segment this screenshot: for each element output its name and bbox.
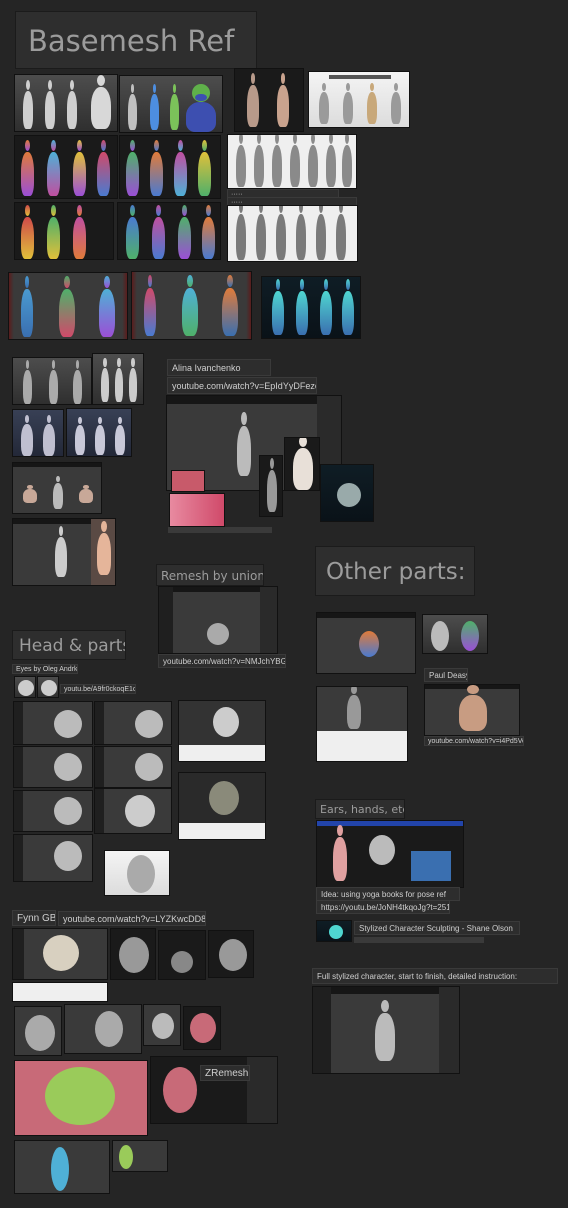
basemesh-turnaround-image[interactable] — [227, 205, 358, 262]
shane-thumbnail[interactable] — [316, 920, 352, 942]
basemesh-image[interactable] — [12, 357, 92, 405]
remesh-video-link[interactable]: youtube.com/watch?v=NMJchYBGBoY — [158, 654, 286, 668]
head-sculpt-image[interactable] — [37, 676, 59, 698]
ears-video-link[interactable]: https://youtu.be/JoNH4tkqoJg?t=2510 — [316, 900, 450, 914]
ears-tip-label: Idea: using yoga books for pose ref — [316, 887, 460, 901]
basemesh-colored-image[interactable] — [261, 276, 361, 339]
fynn-name-label: Fynn GB — [12, 910, 56, 926]
head-video-screenshot[interactable] — [94, 788, 172, 834]
heading-ears-hands: Ears, hands, etc. — [315, 799, 405, 819]
alina-reference-image[interactable] — [284, 437, 320, 491]
head-video-screenshot[interactable] — [178, 772, 266, 840]
basemesh-video-screenshot[interactable] — [12, 518, 116, 586]
remesh-video-screenshot[interactable] — [158, 586, 278, 654]
alina-thumbnail[interactable] — [169, 493, 225, 527]
skeleton-image[interactable] — [234, 68, 304, 132]
head-render-image[interactable] — [104, 850, 170, 896]
basemesh-colored-image[interactable] — [8, 272, 128, 340]
fynn-head-image[interactable] — [158, 930, 206, 980]
hand-reference-image[interactable] — [422, 614, 488, 654]
basemesh-image[interactable] — [92, 353, 144, 405]
fynn-head-image[interactable] — [208, 930, 254, 978]
fynn-video-card[interactable] — [12, 982, 108, 1002]
heading-full-stylized: Full stylized character, start to finish… — [312, 968, 558, 984]
alina-head-render[interactable] — [320, 464, 374, 522]
fynn-mesh-image[interactable] — [14, 1140, 110, 1194]
head-video-screenshot[interactable] — [13, 790, 93, 832]
basemesh-image[interactable] — [14, 74, 118, 132]
basemesh-colored-image[interactable] — [117, 202, 221, 260]
head-eyes-label: Eyes by Oleg Andrkhov — [12, 664, 78, 674]
basemesh-image[interactable] — [66, 408, 132, 457]
alina-thumbnail-caption — [168, 527, 272, 533]
head-video-screenshot[interactable] — [13, 701, 93, 745]
basemesh-turnaround-image[interactable] — [227, 134, 357, 189]
head-video-link[interactable]: youtu.be/A9fr0ckoqE1c?t=bge — [60, 684, 136, 694]
body-video-screenshot[interactable] — [316, 686, 408, 762]
head-sculpt-image[interactable] — [14, 676, 36, 698]
zremesh-label: ZRemesh — [200, 1065, 250, 1081]
full-stylized-video-screenshot[interactable] — [312, 986, 460, 1074]
fynn-ear-image[interactable] — [183, 1006, 221, 1050]
shane-caption — [354, 937, 484, 943]
basemesh-colored-image[interactable] — [14, 135, 118, 199]
body-chart-image[interactable] — [308, 71, 410, 128]
alina-name-label: Alina Ivanchenko — [167, 359, 271, 376]
alina-video-link[interactable]: youtube.com/watch?v=EpIdYyDFezc — [167, 377, 317, 394]
head-video-screenshot[interactable] — [13, 834, 93, 882]
alina-side-view[interactable] — [259, 455, 283, 517]
shane-video-title[interactable]: Stylized Character Sculpting - Shane Ols… — [354, 921, 520, 935]
paul-deasy-label: Paul Deasy — [424, 668, 468, 682]
head-video-screenshot[interactable] — [94, 746, 172, 788]
basemesh-colored-image[interactable] — [14, 202, 114, 260]
heading-head-parts: Head & parts — [12, 630, 126, 660]
paul-video-link[interactable]: youtube.com/watch?v=i4Pd5Vo3mRo — [424, 736, 524, 746]
fynn-mesh-image[interactable] — [112, 1140, 168, 1172]
heading-basemesh-ref: Basemesh Ref — [15, 11, 257, 69]
fynn-head-image[interactable] — [14, 1006, 62, 1056]
fynn-head-image[interactable] — [110, 928, 156, 980]
feet-video-screenshot[interactable] — [424, 684, 520, 736]
fynn-head-image[interactable] — [64, 1004, 142, 1054]
basemesh-image[interactable] — [12, 409, 64, 457]
hand-video-screenshot[interactable] — [316, 612, 416, 674]
ears-video-screenshot[interactable] — [316, 820, 464, 888]
heading-other-parts: Other parts: — [315, 546, 475, 596]
head-video-screenshot[interactable] — [13, 746, 93, 788]
fynn-video-link[interactable]: youtube.com/watch?v=LYZKwcDD8UA — [58, 911, 206, 926]
fynn-ear-image[interactable] — [143, 1004, 181, 1046]
alina-portrait-image[interactable] — [171, 470, 205, 492]
heading-remesh-union: Remesh by union: — [156, 564, 264, 586]
basemesh-video-screenshot[interactable] — [12, 462, 102, 514]
basemesh-colored-image[interactable] — [131, 271, 252, 340]
basemesh-image[interactable] — [119, 75, 223, 133]
head-video-screenshot[interactable] — [94, 701, 172, 745]
fynn-ear-closeup[interactable] — [14, 1060, 148, 1136]
head-video-screenshot[interactable] — [178, 700, 266, 762]
basemesh-colored-image[interactable] — [119, 135, 221, 199]
skull-video-screenshot[interactable] — [12, 928, 108, 980]
